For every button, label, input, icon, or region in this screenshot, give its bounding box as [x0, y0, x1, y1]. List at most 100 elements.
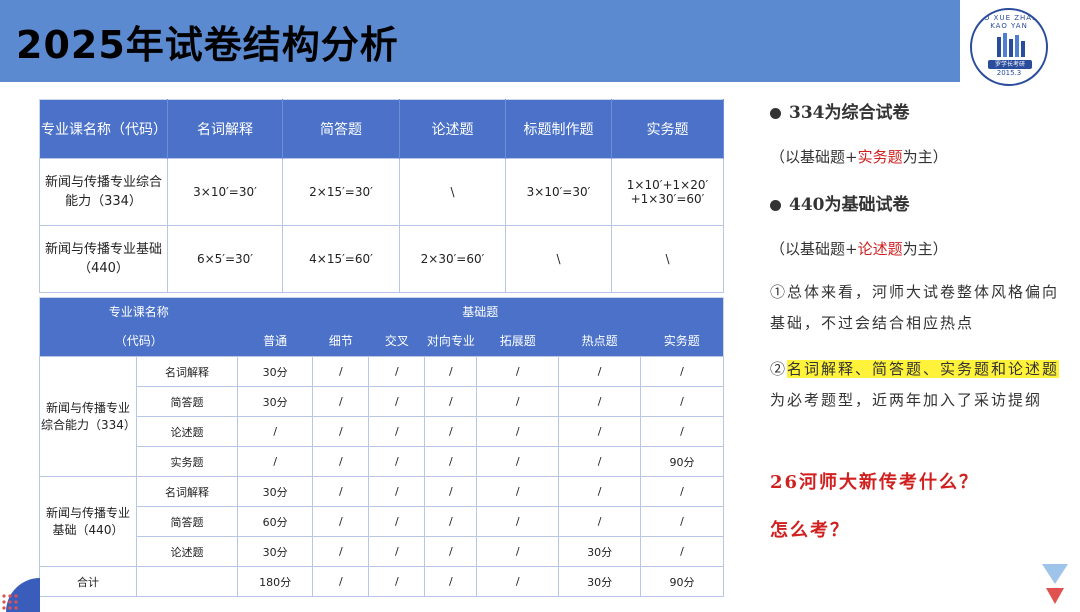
table-cell: /: [558, 356, 642, 387]
column-header: 实务题: [640, 324, 724, 357]
table-cell: /: [424, 446, 478, 477]
table-cell: /: [640, 356, 724, 387]
table-cell: 1×10′+1×20′+1×30′=60′: [611, 158, 724, 226]
table-cell: 4×15′=60′: [282, 225, 400, 293]
sub-text: 为主）: [902, 240, 948, 258]
table-cell: /: [476, 476, 560, 507]
table-cell: /: [476, 386, 560, 417]
table-cell: \: [611, 225, 724, 293]
sub-text: （以基础题+: [770, 240, 858, 258]
table-cell: /: [424, 476, 478, 507]
table-cell: /: [424, 566, 478, 597]
table-cell: /: [476, 566, 560, 597]
table-cell: /: [368, 476, 426, 507]
table-cell: 3×10′=30′: [505, 158, 612, 226]
row-type: 论述题: [136, 416, 238, 447]
table-cell: /: [476, 416, 560, 447]
bullet-334: 334为综合试卷: [770, 98, 910, 123]
total-row: 合计 180分 / / / / 30分 90分: [39, 566, 724, 597]
table-cell: /: [312, 386, 370, 417]
table-cell: /: [236, 446, 314, 477]
column-header: 普通: [237, 324, 313, 357]
question-1: 26河师大新传考什么？: [770, 472, 980, 493]
note-paragraph-2: ②名词解释、简答题、实务题和论述题为必考题型，近两年加入了采访提纲: [770, 354, 1070, 416]
row-header: 新闻与传播专业基础（440）: [39, 225, 168, 293]
table-row: 简答题 30分 / / / / / /: [40, 386, 724, 417]
bullet-dot-icon: [770, 200, 781, 211]
table-cell: 2×15′=30′: [282, 158, 400, 226]
table-cell: /: [424, 386, 478, 417]
table-cell: /: [558, 416, 642, 447]
column-header: 对向专业: [424, 324, 477, 357]
logo-books-icon: [997, 33, 1025, 57]
table-cell: /: [424, 506, 478, 537]
table-cell: 180分: [236, 566, 314, 597]
table-row: 实务题 / / / / / / 90分: [40, 446, 724, 477]
total-label: 合计: [39, 566, 137, 597]
column-header: 专业课名称（代码）: [39, 99, 168, 159]
bullet-440-sub: （以基础题+论述题为主）: [770, 238, 948, 259]
triangle-decoration-icon: [1042, 564, 1068, 604]
bullet-440: 440为基础试卷: [770, 190, 910, 215]
row-type: 名词解释: [136, 476, 238, 507]
table-cell: /: [312, 566, 370, 597]
table-row: 新闻与传播专业综合能力（334） 3×10′=30′ 2×15′=30′ \ 3…: [39, 158, 724, 226]
column-header: 实务题: [611, 99, 724, 159]
table-cell: /: [476, 356, 560, 387]
table-cell: /: [640, 416, 724, 447]
column-header-group: 基础题: [237, 297, 724, 324]
column-header: 交叉: [368, 324, 425, 357]
sub-text: 为主）: [902, 148, 948, 166]
table-cell: /: [312, 476, 370, 507]
logo: LUO XUE ZHANG KAO YAN 罗学长考研 2015.3: [970, 8, 1048, 86]
note-text: 为必考题型，近两年加入了采访提纲: [770, 391, 1043, 409]
highlighted-text: 名词解释、简答题、实务题和论述题: [787, 360, 1060, 378]
column-header: 标题制作题: [505, 99, 612, 159]
table-cell: \: [505, 225, 612, 293]
table-cell: /: [558, 476, 642, 507]
column-header-name: 专业课名称: [39, 297, 238, 324]
title-banner: 2025年试卷结构分析: [0, 0, 960, 82]
table-row: 论述题 / / / / / / /: [40, 416, 724, 447]
table-cell: 30分: [558, 536, 642, 567]
table-cell: /: [312, 446, 370, 477]
table-cell: /: [476, 506, 560, 537]
table-cell: /: [640, 386, 724, 417]
table-cell: /: [476, 536, 560, 567]
column-header-code: （代码）: [39, 324, 238, 357]
table-row: 新闻与传播专业基础（440） 6×5′=30′ 4×15′=60′ 2×30′=…: [39, 225, 724, 293]
row-type: 实务题: [136, 446, 238, 477]
page-title: 2025年试卷结构分析: [16, 23, 399, 67]
table-cell: /: [312, 416, 370, 447]
table-cell: /: [368, 506, 426, 537]
column-header: 论述题: [399, 99, 506, 159]
table-row: 论述题 30分 / / / / 30分 /: [40, 536, 724, 567]
table-cell: 30分: [236, 476, 314, 507]
column-header: 简答题: [282, 99, 400, 159]
table-cell: /: [236, 416, 314, 447]
table-cell: 30分: [236, 386, 314, 417]
question-2: 怎么考？: [770, 520, 850, 541]
table-cell: /: [640, 476, 724, 507]
table-cell: 30分: [236, 536, 314, 567]
column-header: 热点题: [558, 324, 641, 357]
bullet-440-text: 440为基础试卷: [789, 195, 910, 215]
table-cell: /: [368, 356, 426, 387]
table-cell: /: [424, 356, 478, 387]
table-cell: 90分: [640, 446, 724, 477]
row-type: 简答题: [136, 386, 238, 417]
table-cell: 30分: [236, 356, 314, 387]
score-table-1: 专业课名称（代码） 名词解释 简答题 论述题 标题制作题 实务题 新闻与传播专业…: [39, 99, 724, 293]
bullet-334-text: 334为综合试卷: [789, 103, 910, 123]
table-cell: /: [476, 446, 560, 477]
table-cell: /: [640, 506, 724, 537]
row-type: 论述题: [136, 536, 238, 567]
table-cell: 60分: [236, 506, 314, 537]
table-cell: /: [368, 386, 426, 417]
table-header-row: 专业课名称 基础题: [39, 297, 724, 324]
table-cell: /: [558, 506, 642, 537]
table-cell: /: [368, 566, 426, 597]
table-cell: /: [424, 536, 478, 567]
table-cell: /: [312, 536, 370, 567]
note-number: ②: [770, 360, 788, 378]
